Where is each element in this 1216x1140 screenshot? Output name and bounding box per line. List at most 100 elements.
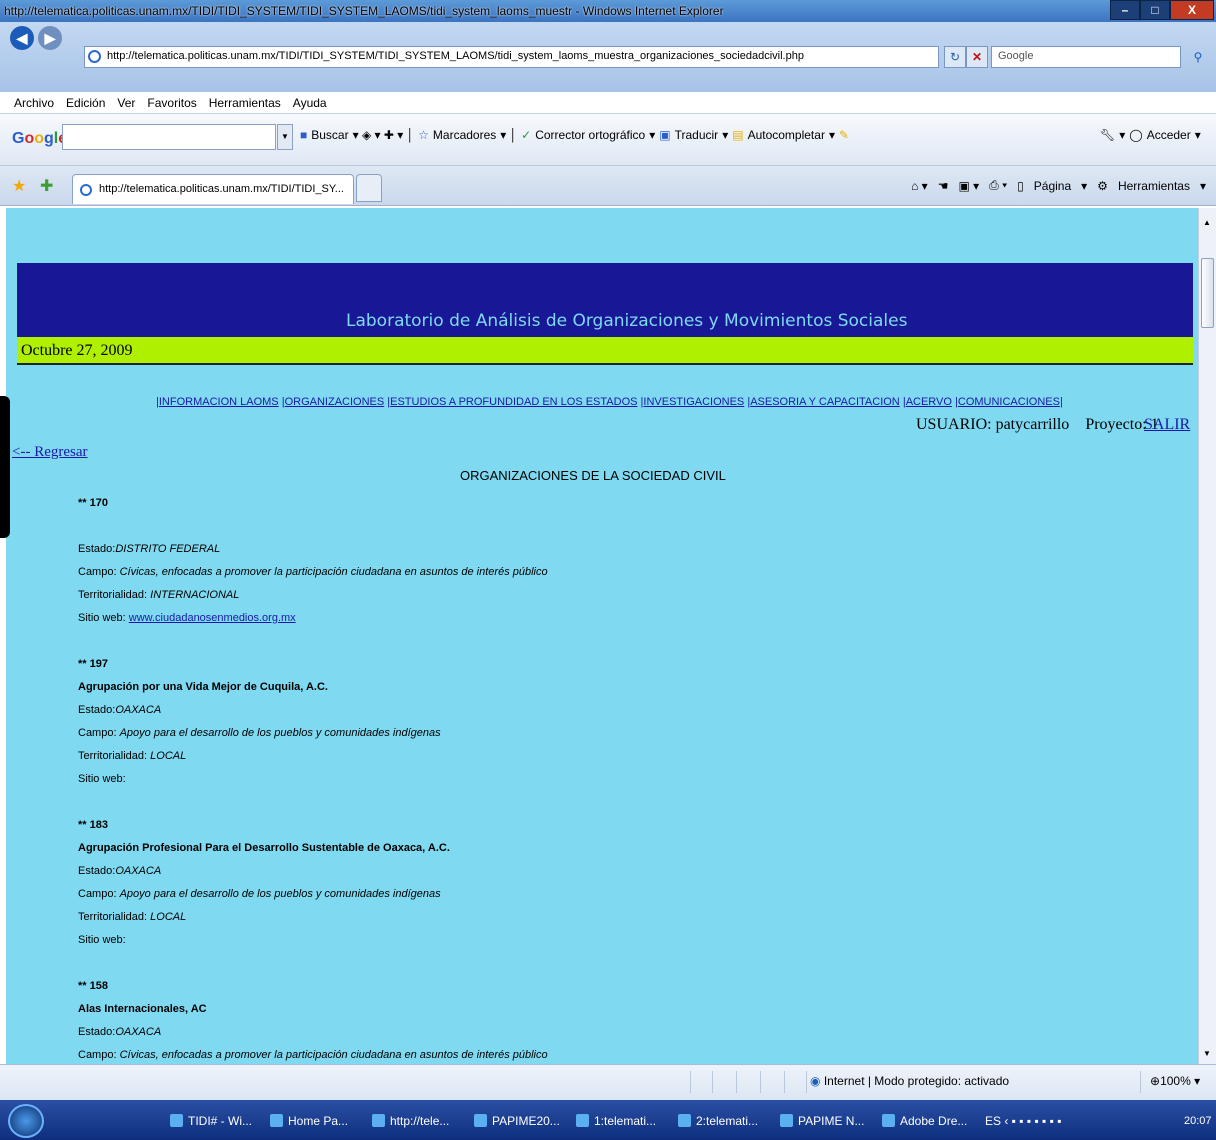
nav-comunicaciones[interactable]: COMUNICACIONES bbox=[958, 396, 1060, 408]
chevron-down-icon[interactable]: ▼ bbox=[277, 124, 293, 150]
gear-icon: ⚙ bbox=[1097, 178, 1108, 193]
minimize-button[interactable]: – bbox=[1110, 0, 1140, 20]
entry-campo: Campo: Apoyo para el desarrollo de los p… bbox=[78, 727, 441, 739]
entry-estado: Estado:DISTRITO FEDERAL bbox=[78, 543, 221, 555]
entry-campo: Campo: Cívicas, enfocadas a promover la … bbox=[78, 566, 548, 578]
search-input[interactable]: Google bbox=[991, 46, 1181, 68]
scroll-up-icon[interactable]: ▲ bbox=[1203, 218, 1211, 227]
entry-sitio: Sitio web: bbox=[78, 934, 126, 946]
logout-link[interactable]: SALIR bbox=[1144, 416, 1190, 434]
taskbar-item[interactable]: Home Pa... bbox=[268, 1108, 360, 1134]
maximize-button[interactable]: □ bbox=[1140, 0, 1170, 20]
nav-estudios[interactable]: ESTUDIOS A PROFUNDIDAD EN LOS ESTADOS bbox=[390, 396, 637, 408]
address-bar[interactable]: http://telematica.politicas.unam.mx/TIDI… bbox=[84, 46, 939, 68]
taskbar-item[interactable]: PAPIME N... bbox=[778, 1108, 870, 1134]
wrench-icon[interactable]: 🔧︎ bbox=[1100, 128, 1115, 142]
entry-territorialidad: Territorialidad: LOCAL bbox=[78, 750, 187, 762]
taskbar-item[interactable]: 2:telemati... bbox=[676, 1108, 768, 1134]
new-tab-button[interactable] bbox=[356, 174, 382, 202]
herramientas-button[interactable]: Herramientas bbox=[1118, 179, 1190, 193]
system-tray: ES ‹ ▪ ▪ ▪ ▪ ▪ ▪ ▪ bbox=[985, 1114, 1062, 1128]
list-item: ** 170 Estado:DISTRITO FEDERAL Campo: Cí… bbox=[78, 492, 548, 630]
window-titlebar: http://telematica.politicas.unam.mx/TIDI… bbox=[0, 0, 1216, 22]
menu-favoritos[interactable]: Favoritos bbox=[147, 96, 196, 110]
refresh-button[interactable]: ↻ bbox=[944, 46, 966, 68]
nav-asesoria[interactable]: ASESORIA Y CAPACITACION bbox=[750, 396, 900, 408]
feeds-icon[interactable]: ▣ ▾ bbox=[958, 179, 979, 193]
menu-ver[interactable]: Ver bbox=[117, 96, 135, 110]
entry-territorialidad: Territorialidad: LOCAL bbox=[78, 911, 187, 923]
close-button[interactable]: X bbox=[1170, 0, 1214, 20]
google-tools: ■ Buscar ▾ ◈ ▾ ✚ ▾ │ ☆ Marcadores ▾ │ ✓ … bbox=[300, 128, 850, 142]
forward-icon[interactable]: ▶ bbox=[38, 26, 62, 50]
acceder-button[interactable]: Acceder bbox=[1147, 128, 1191, 142]
google-logo: Google bbox=[12, 130, 67, 147]
scroll-down-icon[interactable]: ▼ bbox=[1203, 1049, 1211, 1058]
page-date: Octubre 27, 2009 bbox=[21, 342, 133, 359]
user-label: USUARIO: patycarrillo bbox=[916, 416, 1070, 433]
site-nav: |INFORMACION LAOMS |ORGANIZACIONES |ESTU… bbox=[156, 396, 1063, 408]
entry-campo: Campo: Apoyo para el desarrollo de los p… bbox=[78, 888, 441, 900]
autocompletar-button[interactable]: Autocompletar bbox=[748, 128, 825, 142]
window-title: http://telematica.politicas.unam.mx/TIDI… bbox=[4, 4, 724, 18]
window-controls: – □ X bbox=[1110, 0, 1214, 20]
page-icon: ▯ bbox=[1017, 178, 1024, 193]
buscar-button[interactable]: Buscar bbox=[311, 128, 348, 142]
command-bar: ⌂ ▾ ☚ ▣ ▾ ⎙ ▾ ▯ Página ▾ ⚙ Herramientas … bbox=[911, 178, 1206, 193]
add-favorite-icon[interactable]: ✚ bbox=[40, 176, 53, 196]
nav-informacion-laoms[interactable]: INFORMACION LAOMS bbox=[159, 396, 279, 408]
nav-investigaciones[interactable]: INVESTIGACIONES bbox=[643, 396, 744, 408]
left-edge-bar bbox=[0, 396, 10, 538]
pagina-button[interactable]: Página bbox=[1034, 179, 1071, 193]
taskbar-item[interactable]: PAPIME20... bbox=[472, 1108, 564, 1134]
print-icon[interactable]: ⎙ ▾ bbox=[989, 178, 1007, 193]
start-button[interactable] bbox=[8, 1104, 44, 1138]
hand-icon[interactable]: ☚ bbox=[938, 179, 949, 193]
taskbar-item[interactable]: Adobe Dre... bbox=[880, 1108, 972, 1134]
zoom-control[interactable]: ⊕100% ▾ bbox=[1150, 1074, 1200, 1088]
spellcheck-icon: ✓ bbox=[521, 128, 532, 142]
back-icon[interactable]: ◀ bbox=[10, 26, 34, 50]
traducir-button[interactable]: Traducir bbox=[675, 128, 719, 142]
menu-edicion[interactable]: Edición bbox=[66, 96, 105, 110]
header-banner: Laboratorio de Análisis de Organizacione… bbox=[17, 263, 1193, 337]
pencil-icon[interactable]: ✎ bbox=[839, 128, 849, 142]
taskbar-item[interactable]: http://tele... bbox=[370, 1108, 462, 1134]
buscar-icon: ■ bbox=[300, 128, 308, 142]
marcadores-button[interactable]: Marcadores bbox=[433, 128, 496, 142]
entry-estado: Estado:OAXACA bbox=[78, 704, 162, 716]
security-zone[interactable]: ◉ Internet | Modo protegido: activado bbox=[810, 1074, 1009, 1088]
corrector-button[interactable]: Corrector ortográfico bbox=[535, 128, 645, 142]
entry-name: Agrupación Profesional Para el Desarroll… bbox=[78, 842, 450, 854]
taskbar-item[interactable]: TIDI# - Wi... bbox=[168, 1108, 260, 1134]
back-link[interactable]: <-- Regresar bbox=[12, 444, 88, 461]
search-icon[interactable]: ⚲ bbox=[1184, 46, 1212, 68]
vertical-scrollbar[interactable]: ▲ ▼ bbox=[1198, 208, 1216, 1064]
page-viewport: Laboratorio de Análisis de Organizacione… bbox=[6, 208, 1198, 1064]
banner-title: Laboratorio de Análisis de Organizacione… bbox=[346, 311, 908, 331]
favorites-star-icon[interactable]: ★ bbox=[12, 176, 26, 196]
marcadores-icon: ☆ bbox=[418, 128, 429, 142]
tab-current[interactable]: http://telematica.politicas.unam.mx/TIDI… bbox=[72, 174, 354, 204]
menu-ayuda[interactable]: Ayuda bbox=[293, 96, 327, 110]
entry-name: Alas Internacionales, AC bbox=[78, 1003, 207, 1015]
nav-organizaciones[interactable]: ORGANIZACIONES bbox=[285, 396, 385, 408]
website-link[interactable]: www.ciudadanosenmedios.org.mx bbox=[129, 612, 296, 624]
menu-herramientas[interactable]: Herramientas bbox=[209, 96, 281, 110]
language-indicator[interactable]: ES bbox=[985, 1114, 1001, 1128]
organizations-list: ** 170 Estado:DISTRITO FEDERAL Campo: Cí… bbox=[78, 492, 548, 1064]
google-account: 🔧︎ ▾ ◯ Acceder ▾ bbox=[1100, 128, 1201, 142]
menu-archivo[interactable]: Archivo bbox=[14, 96, 54, 110]
clock[interactable]: 20:07 bbox=[1184, 1108, 1212, 1134]
user-info: USUARIO: patycarrillo Proyecto: 1 SALIR bbox=[916, 416, 1190, 434]
entry-number: ** 183 bbox=[78, 819, 108, 831]
status-bar bbox=[0, 1064, 1216, 1100]
google-search-input[interactable] bbox=[62, 124, 276, 150]
globe-icon: ◉ bbox=[810, 1074, 821, 1088]
home-icon[interactable]: ⌂ ▾ bbox=[911, 179, 928, 193]
taskbar-item[interactable]: 1:telemati... bbox=[574, 1108, 666, 1134]
nav-acervo[interactable]: ACERVO bbox=[906, 396, 952, 408]
zoom-icon: ⊕ bbox=[1150, 1074, 1161, 1088]
stop-button[interactable]: ✕ bbox=[966, 46, 988, 68]
scrollbar-thumb[interactable] bbox=[1201, 258, 1214, 328]
